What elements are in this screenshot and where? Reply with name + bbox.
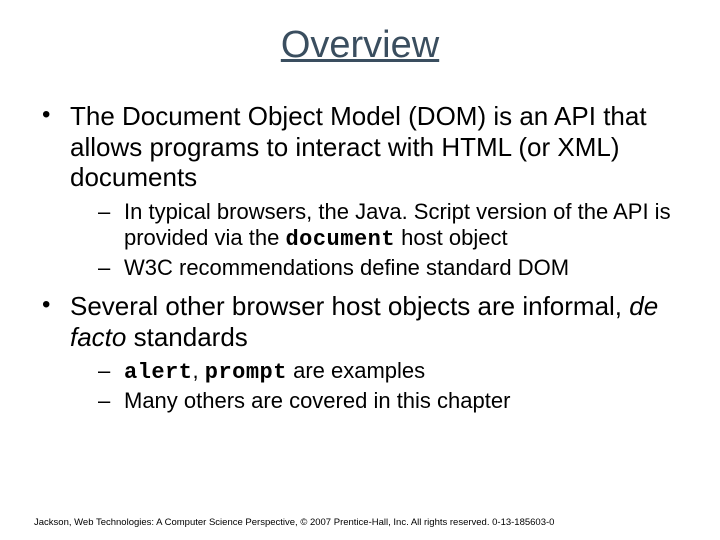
bullet-1-sublist: In typical browsers, the Java. Script ve… [70,199,686,281]
bullet-2-part3: standards [126,322,247,352]
bullet-2-part1: Several other browser host objects are i… [70,291,629,321]
bullet-2-sub-1-code1: alert [124,360,193,385]
slide-title: Overview [34,24,686,67]
bullet-1-sub-1-post: host object [395,225,508,250]
bullet-2: Several other browser host objects are i… [34,291,686,414]
bullet-1-sub-2: W3C recommendations define standard DOM [70,255,686,281]
bullet-1-text: The Document Object Model (DOM) is an AP… [70,101,647,192]
bullet-2-sub-1: alert, prompt are examples [70,358,686,386]
bullet-1-sub-1-code: document [285,227,395,252]
footer-citation: Jackson, Web Technologies: A Computer Sc… [34,517,686,528]
bullet-2-sub-2-text: Many others are covered in this chapter [124,388,510,413]
bullet-2-sub-1-mid: , [193,358,205,383]
bullet-list: The Document Object Model (DOM) is an AP… [34,101,686,414]
bullet-2-sublist: alert, prompt are examples Many others a… [70,358,686,414]
bullet-2-sub-1-code2: prompt [205,360,287,385]
bullet-2-sub-2: Many others are covered in this chapter [70,388,686,414]
slide: Overview The Document Object Model (DOM)… [0,0,720,540]
bullet-1: The Document Object Model (DOM) is an AP… [34,101,686,281]
bullet-2-sub-1-post: are examples [287,358,425,383]
bullet-1-sub-2-text: W3C recommendations define standard DOM [124,255,569,280]
bullet-1-sub-1: In typical browsers, the Java. Script ve… [70,199,686,253]
